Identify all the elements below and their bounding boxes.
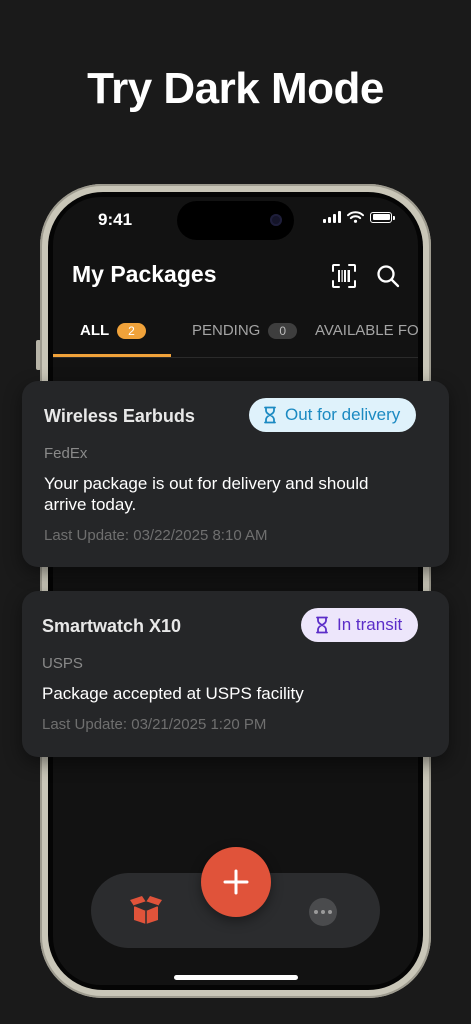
- dynamic-island: [177, 201, 294, 240]
- tab-pending[interactable]: PENDING 0: [192, 322, 298, 339]
- last-update: Last Update: 03/21/2025 1:20 PM: [42, 716, 267, 733]
- more-icon[interactable]: [309, 898, 337, 926]
- camera-icon: [270, 214, 282, 226]
- tab-all-label: ALL: [80, 322, 110, 339]
- barcode-scan-icon[interactable]: [331, 263, 357, 289]
- search-icon[interactable]: [375, 263, 401, 289]
- carrier-name: USPS: [42, 655, 83, 672]
- page-title: My Packages: [72, 261, 217, 287]
- package-card[interactable]: Wireless Earbuds Out for delivery FedEx …: [22, 381, 449, 567]
- wifi-icon: [347, 211, 364, 223]
- cellular-signal-icon: [323, 211, 341, 223]
- status-icons: [323, 211, 395, 223]
- tab-pending-label: PENDING: [192, 322, 261, 339]
- hourglass-icon: [264, 406, 276, 424]
- package-name: Smartwatch X10: [42, 616, 182, 636]
- last-update: Last Update: 03/22/2025 8:10 AM: [44, 527, 268, 544]
- tab-all[interactable]: ALL 2: [80, 322, 146, 339]
- plus-icon: [223, 869, 249, 895]
- tab-available-for[interactable]: AVAILABLE FOR: [315, 322, 418, 339]
- filter-tabs: ALL 2 PENDING 0 AVAILABLE FOR: [53, 317, 418, 358]
- package-name: Wireless Earbuds: [44, 406, 195, 426]
- package-card[interactable]: Smartwatch X10 In transit USPS Package a…: [22, 591, 449, 757]
- status-badge: In transit: [301, 608, 419, 642]
- carrier-name: FedEx: [44, 445, 88, 462]
- status-message: Package accepted at USPS facility: [42, 684, 304, 703]
- tab-all-count-badge: 2: [117, 322, 146, 339]
- battery-icon: [370, 211, 395, 223]
- add-package-button[interactable]: [201, 847, 271, 917]
- hourglass-icon: [316, 616, 328, 634]
- home-indicator: [174, 975, 298, 980]
- status-badge: Out for delivery: [249, 398, 417, 432]
- status-message: Your package is out for delivery and sho…: [44, 474, 369, 514]
- status-label: In transit: [337, 615, 403, 634]
- promo-headline: Try Dark Mode: [87, 64, 384, 113]
- package-box-icon[interactable]: [129, 895, 163, 925]
- active-tab-indicator: [53, 354, 171, 357]
- tab-pending-count-badge: 0: [268, 322, 298, 339]
- status-label: Out for delivery: [285, 405, 401, 424]
- tab-available-for-label: AVAILABLE FOR: [315, 322, 418, 339]
- status-time: 9:41: [98, 210, 133, 229]
